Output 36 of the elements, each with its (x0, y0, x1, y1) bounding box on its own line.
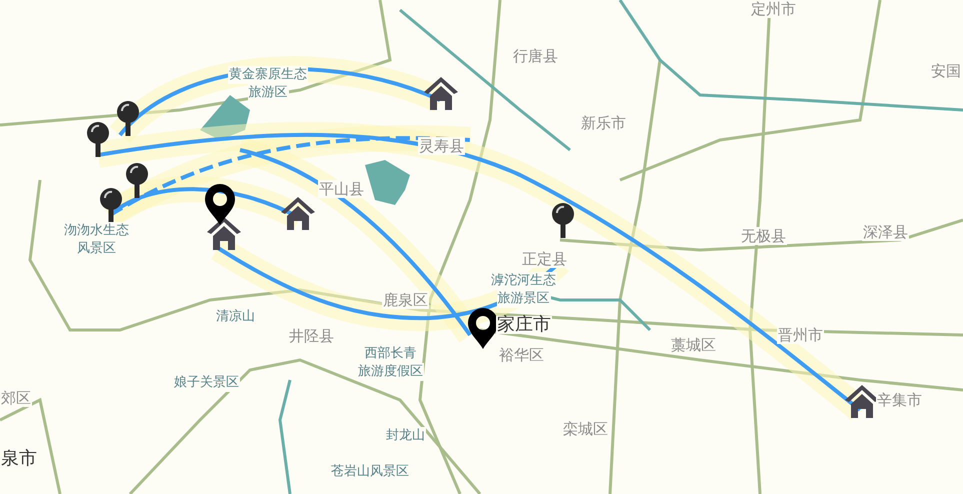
place-label: 栾城区 (562, 420, 609, 438)
pin-icon[interactable] (117, 101, 139, 136)
place-label: 鹿泉区 (382, 291, 429, 309)
place-label: 无极县 (740, 227, 787, 245)
location-marker-icon[interactable] (205, 184, 235, 225)
house-icon[interactable] (207, 217, 241, 250)
place-label: 深泽县 (862, 223, 909, 241)
place-label: 泉市 (0, 450, 38, 468)
reservoir-shape (200, 95, 250, 140)
house-icon[interactable] (281, 197, 315, 230)
place-label: 家庄市 (496, 316, 552, 334)
location-marker-icon[interactable] (468, 308, 498, 349)
place-label: 定州市 (750, 0, 797, 18)
pin-icon[interactable] (552, 203, 574, 238)
place-label: 滹沱河生态 旅游景区 (490, 272, 557, 308)
place-label: 平山县 (318, 180, 365, 198)
place-label: 井陉县 (288, 327, 335, 345)
place-label: 正定县 (521, 250, 568, 268)
place-label: 裕华区 (498, 346, 545, 364)
place-label: 郊区 (0, 389, 32, 407)
place-label: 晋州市 (777, 326, 824, 344)
place-label: 西部长青 旅游度假区 (357, 345, 424, 381)
place-label: 藁城区 (670, 336, 717, 354)
place-label: 新乐市 (580, 114, 627, 132)
place-label: 行唐县 (512, 47, 559, 65)
house-icon[interactable] (424, 77, 458, 110)
place-label: 辛集市 (876, 391, 923, 409)
place-label: 灵寿县 (418, 137, 465, 155)
pin-icon[interactable] (126, 163, 148, 198)
place-label: 黄金寨原生态 旅游区 (228, 66, 308, 102)
house-icon[interactable] (845, 385, 879, 418)
place-label: 安国 (930, 62, 962, 80)
place-label: 娘子关景区 (173, 374, 240, 392)
pin-icon[interactable] (87, 122, 109, 157)
lake-shape (365, 160, 410, 205)
pin-icon[interactable] (100, 188, 122, 223)
